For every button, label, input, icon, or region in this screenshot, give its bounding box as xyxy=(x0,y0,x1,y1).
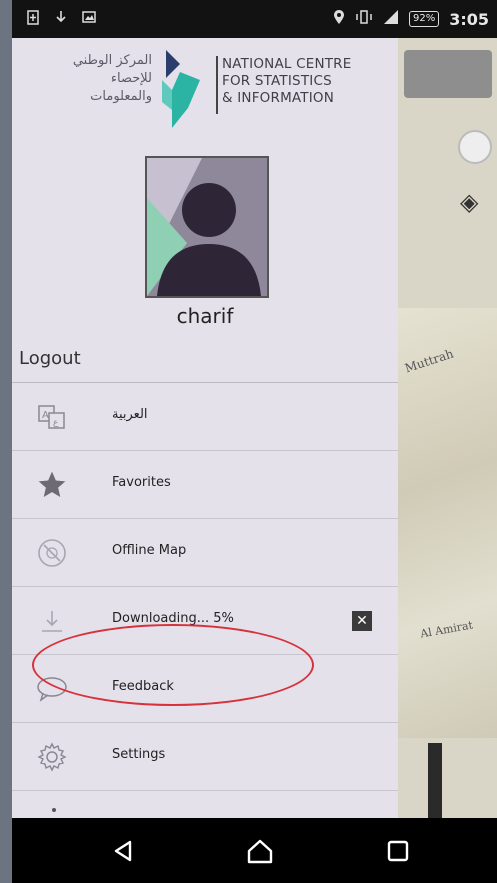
phone-screen: 92% 3:05 ◈ Muttrah Al Amirat المركز الوط… xyxy=(12,0,497,883)
status-bar: 92% 3:05 xyxy=(12,0,497,38)
menu-item-settings[interactable]: Settings xyxy=(12,723,398,791)
logo-english-text: NATIONAL CENTRE FOR STATISTICS & INFORMA… xyxy=(222,56,352,106)
translate-icon: Aع xyxy=(34,399,70,435)
menu-item-offline-map[interactable]: Offline Map xyxy=(12,519,398,587)
menu-item-favorites[interactable]: Favorites xyxy=(12,451,398,519)
menu-item-label: Offline Map xyxy=(112,543,187,558)
download-progress-icon xyxy=(34,603,70,639)
navigation-drawer: المركز الوطني للإحصاء والمعلومات NATIONA… xyxy=(12,38,398,818)
map-view[interactable]: ◈ Muttrah Al Amirat xyxy=(398,38,497,818)
annotation-circle xyxy=(32,624,314,706)
compass-icon[interactable] xyxy=(458,130,492,164)
recents-icon[interactable] xyxy=(382,835,414,867)
menu-item-arabic[interactable]: Aع العربية xyxy=(12,383,398,451)
battery-indicator: 92% xyxy=(408,11,440,27)
image-icon xyxy=(82,9,96,29)
svg-text:A: A xyxy=(42,410,49,421)
ncsi-logo: المركز الوطني للإحصاء والمعلومات NATIONA… xyxy=(12,38,398,138)
svg-text:ع: ع xyxy=(53,418,59,428)
username: charif xyxy=(176,304,234,328)
logout-button[interactable]: Logout xyxy=(19,348,81,369)
system-navigation-bar xyxy=(12,818,497,883)
signal-icon xyxy=(383,9,399,29)
cancel-download-button[interactable]: ✕ xyxy=(352,611,372,631)
home-icon[interactable] xyxy=(244,835,276,867)
layers-icon[interactable]: ◈ xyxy=(460,188,478,216)
map-overlay-bar xyxy=(428,743,442,818)
menu-item-label: Favorites xyxy=(112,475,171,490)
logo-arabic-text: المركز الوطني للإحصاء والمعلومات xyxy=(72,53,152,104)
location-icon xyxy=(333,9,345,29)
map-search-bar[interactable] xyxy=(404,50,492,98)
avatar[interactable] xyxy=(145,156,269,298)
logo-mark-icon xyxy=(162,50,200,128)
download-icon xyxy=(54,9,68,29)
more-indicator xyxy=(52,808,56,812)
menu-item-label: Settings xyxy=(112,747,166,762)
battery-saver-icon xyxy=(26,9,40,29)
back-icon[interactable] xyxy=(108,835,140,867)
star-icon xyxy=(34,467,70,503)
clock: 3:05 xyxy=(449,9,489,29)
logo-separator xyxy=(216,56,218,114)
menu-item-label: العربية xyxy=(112,407,148,422)
gear-icon xyxy=(34,739,70,775)
offline-icon xyxy=(34,535,70,571)
vibrate-icon xyxy=(355,9,373,29)
